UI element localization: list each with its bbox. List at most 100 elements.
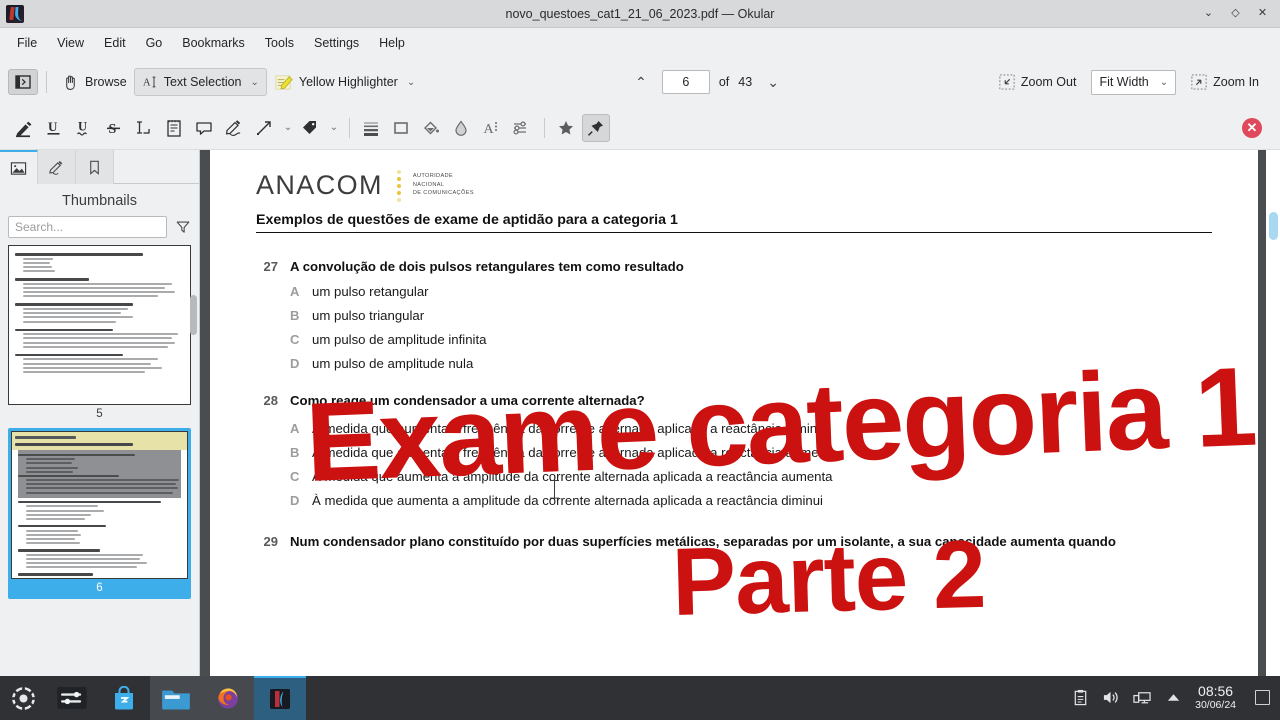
squiggly-underline-icon[interactable]: U [70, 114, 98, 142]
volume-icon[interactable] [1102, 689, 1120, 707]
filter-icon[interactable] [175, 219, 191, 235]
answer-28-c[interactable]: C À medida que aumenta a amplitude da co… [256, 469, 1212, 484]
answer-text: um pulso de amplitude infinita [312, 332, 487, 348]
answer-27-d[interactable]: D um pulso de amplitude nula [256, 356, 1212, 371]
show-hidden-icon[interactable] [1164, 689, 1182, 707]
text-selection-tool-button[interactable]: A Text Selection ⌄ [133, 68, 267, 96]
shape-rectangle-icon[interactable] [387, 114, 415, 142]
menu-settings[interactable]: Settings [305, 33, 368, 53]
answer-text: À medida que aumenta a amplitude da corr… [312, 493, 823, 509]
thumbnail-page-6[interactable]: 6 [8, 428, 191, 599]
answer-27-b[interactable]: B um pulso triangular [256, 308, 1212, 323]
close-annotation-toolbar-icon[interactable]: ✕ [1242, 117, 1262, 138]
menu-bar: File View Edit Go Bookmarks Tools Settin… [0, 28, 1280, 58]
clipboard-icon[interactable] [1071, 689, 1089, 707]
yellow-highlighter-icon [275, 74, 293, 90]
pdf-page[interactable]: ANACOM AUTORIDADE NACIONAL DE COMUNICAÇÕ… [210, 150, 1258, 676]
strikeout-icon[interactable]: S [100, 114, 128, 142]
opacity-icon[interactable] [447, 114, 475, 142]
answer-letter: D [290, 356, 300, 372]
zoom-in-icon [1191, 74, 1207, 90]
title-bar: novo_questoes_cat1_21_06_2023.pdf — Okul… [0, 0, 1280, 28]
system-settings-icon[interactable] [46, 676, 98, 720]
fill-color-icon[interactable] [417, 114, 445, 142]
close-button[interactable]: ✕ [1256, 7, 1269, 20]
menu-go[interactable]: Go [137, 33, 172, 53]
answer-text: um pulso retangular [312, 284, 429, 300]
zoom-out-button[interactable]: Zoom Out [992, 69, 1084, 95]
highlighter-tool-button[interactable]: Yellow Highlighter ⌄ [267, 68, 422, 97]
chevron-down-icon[interactable]: ⌄ [251, 77, 259, 88]
answer-text: um pulso de amplitude nula [312, 356, 474, 372]
thumbnails-tab[interactable] [0, 150, 38, 184]
next-page-button[interactable]: ⌄ [761, 72, 785, 93]
file-manager-icon[interactable] [150, 676, 202, 720]
question-number: 27 [263, 259, 278, 274]
show-sidebar-icon [15, 75, 31, 89]
popup-note-icon[interactable] [190, 114, 218, 142]
svg-text:A: A [484, 122, 495, 137]
stamp-icon[interactable] [296, 114, 324, 142]
question-text: Como reage um condensador a uma corrente… [290, 393, 645, 409]
arrow-icon[interactable] [250, 114, 278, 142]
annotations-tab[interactable] [38, 150, 76, 184]
advanced-settings-icon[interactable] [507, 114, 535, 142]
discover-store-icon[interactable] [98, 676, 150, 720]
page-number-input[interactable]: 6 [661, 70, 710, 94]
clock[interactable]: 08:56 30/06/24 [1195, 683, 1236, 712]
kde-menu-icon[interactable] [0, 676, 46, 720]
answer-28-a[interactable]: A À medida que aumenta a frequência da c… [256, 421, 1212, 436]
zoom-mode-select[interactable]: Fit Width ⌄ [1091, 69, 1177, 95]
answer-28-b[interactable]: B À medida que aumenta a frequência da c… [256, 445, 1212, 460]
chevron-down-icon[interactable]: ⌄ [407, 77, 415, 88]
typewriter-icon[interactable] [130, 114, 158, 142]
freehand-line-icon[interactable] [220, 114, 248, 142]
menu-view[interactable]: View [48, 33, 93, 53]
document-scrollbar[interactable] [1266, 150, 1280, 676]
thumbnail-list[interactable]: 5 6 [0, 245, 199, 599]
answer-28-d[interactable]: D À medida que aumenta a amplitude da co… [256, 493, 1212, 508]
maximize-button[interactable]: ◇ [1229, 7, 1242, 20]
menu-edit[interactable]: Edit [95, 33, 135, 53]
bookmark-icon [90, 160, 99, 175]
menu-file[interactable]: File [8, 33, 46, 53]
inline-note-icon[interactable] [160, 114, 188, 142]
firefox-icon[interactable] [202, 676, 254, 720]
chevron-down-icon[interactable]: ⌄ [326, 115, 342, 141]
chevron-down-icon[interactable]: ⌄ [280, 115, 296, 141]
document-scrollbar-handle[interactable] [1269, 212, 1278, 240]
pin-icon[interactable] [582, 113, 610, 142]
hand-icon [66, 75, 75, 90]
answer-text: À medida que aumenta a amplitude da corr… [312, 469, 833, 485]
minimize-button[interactable]: ⌄ [1202, 7, 1215, 20]
total-pages-label: 43 [738, 75, 753, 89]
question-28: 28 Como reage um condensador a uma corre… [256, 393, 1212, 409]
thumbnail-page-5[interactable]: 5 [8, 245, 191, 422]
star-icon[interactable] [552, 114, 580, 142]
bookmarks-tab[interactable] [76, 150, 114, 184]
search-input[interactable]: Search... [8, 216, 167, 238]
previous-page-button[interactable]: ⌃ [629, 72, 653, 93]
menu-help[interactable]: Help [370, 33, 414, 53]
okular-icon[interactable] [254, 676, 306, 720]
zoom-in-button[interactable]: Zoom In [1184, 69, 1266, 95]
highlighter-pen-icon[interactable] [10, 114, 38, 142]
menu-bookmarks[interactable]: Bookmarks [173, 33, 254, 53]
line-width-icon[interactable] [357, 114, 385, 142]
toggle-sidebar-button[interactable] [8, 69, 38, 95]
answer-27-c[interactable]: C um pulso de amplitude infinita [256, 332, 1212, 347]
anacom-subtitle: AUTORIDADE NACIONAL DE COMUNICAÇÕES [412, 173, 474, 197]
answer-letter: B [290, 445, 300, 461]
document-view[interactable]: ANACOM AUTORIDADE NACIONAL DE COMUNICAÇÕ… [200, 150, 1280, 676]
questions-block: 27 A convolução de dois pulsos retangula… [256, 259, 1212, 550]
menu-tools[interactable]: Tools [256, 33, 303, 53]
sidebar-scrollbar-handle[interactable] [190, 295, 197, 335]
sidebar-scrollbar[interactable] [190, 150, 197, 676]
zoom-in-label: Zoom In [1213, 75, 1259, 89]
underline-icon[interactable]: U [40, 114, 68, 142]
font-icon[interactable]: A [477, 114, 505, 142]
show-desktop-icon[interactable] [1255, 690, 1270, 706]
network-icon[interactable] [1133, 689, 1151, 707]
browse-tool-button[interactable]: Browse [55, 69, 134, 96]
answer-27-a[interactable]: A um pulso retangular [256, 284, 1212, 299]
